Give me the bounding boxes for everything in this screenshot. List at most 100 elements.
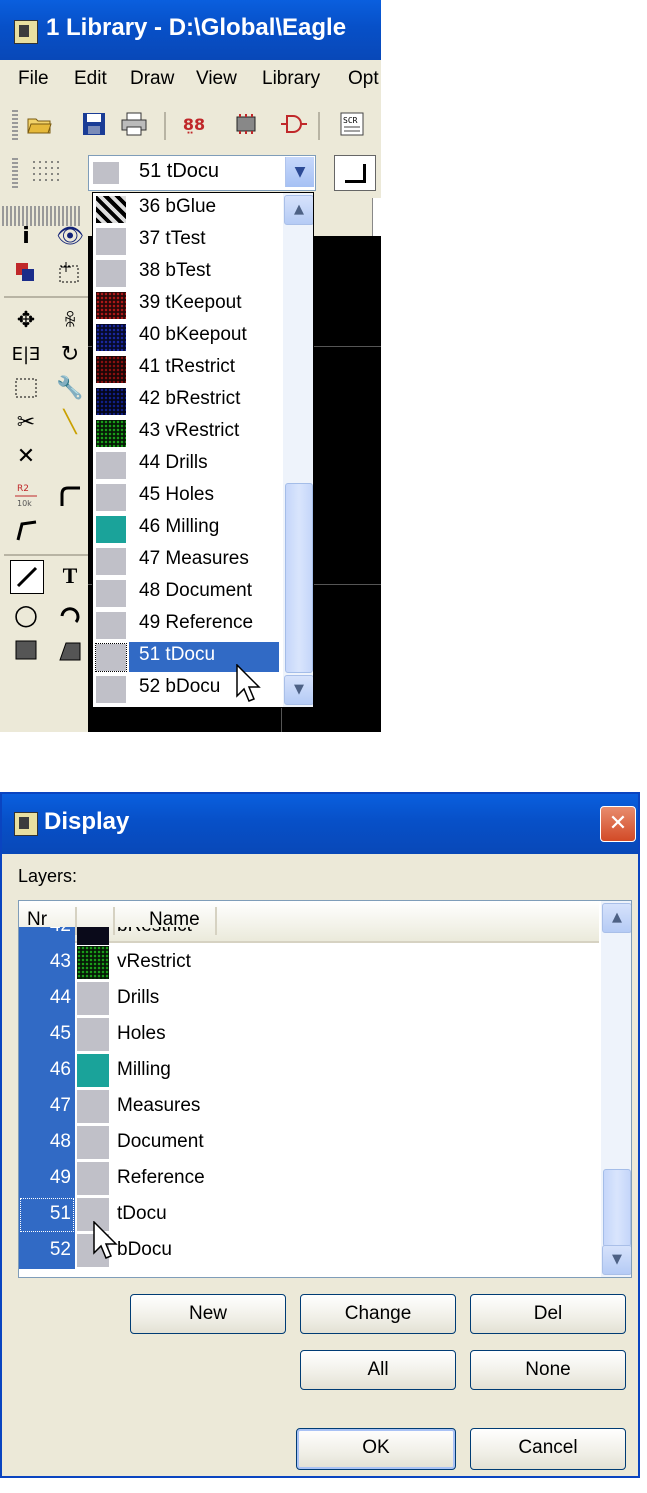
save-disk-icon[interactable] (80, 110, 108, 138)
layer-swatch (96, 516, 126, 543)
wire-tool-icon[interactable] (10, 560, 44, 594)
paste-icon[interactable]: ╲ (54, 406, 86, 438)
layer-option-47[interactable]: 47 Measures (93, 545, 283, 577)
open-folder-icon[interactable] (26, 110, 54, 138)
dropdown-scrollbar[interactable]: ▲ ▼ (283, 193, 313, 707)
layer-option-label: 52 bDocu (139, 676, 221, 697)
layer-option-label: 40 bKeepout (139, 324, 247, 345)
layer-combobox[interactable]: 51 tDocu ▼ (88, 155, 316, 191)
layer-option-46[interactable]: 46 Milling (93, 513, 283, 545)
all-button[interactable]: All (300, 1350, 456, 1390)
layer-option-45[interactable]: 45 Holes (93, 481, 283, 513)
cut-scissors-icon[interactable]: ✂ (10, 406, 42, 438)
library-titlebar[interactable]: 1 Library - D:\Global\Eagle (0, 0, 381, 60)
layer-option-49[interactable]: 49 Reference (93, 609, 283, 641)
move-icon[interactable]: ✥ (10, 304, 42, 336)
layer-option-39[interactable]: 39 tKeepout (93, 289, 283, 321)
menu-library[interactable]: Library (262, 68, 320, 90)
menu-file[interactable]: File (18, 68, 49, 90)
layer-option-44[interactable]: 44 Drills (93, 449, 283, 481)
package-icon[interactable] (232, 110, 260, 138)
layer-row-49[interactable]: 49 Reference (19, 1161, 599, 1197)
ok-button[interactable]: OK (296, 1428, 456, 1470)
layer-option-41[interactable]: 41 tRestrict (93, 353, 283, 385)
polygon-tool-icon[interactable] (54, 634, 86, 666)
scroll-down-icon[interactable]: ▼ (284, 675, 313, 705)
schematic-icon[interactable]: 8̤8 (180, 110, 208, 138)
layer-option-label: 44 Drills (139, 452, 208, 473)
group-icon[interactable] (10, 372, 42, 404)
rotate-icon[interactable]: ↻ (54, 338, 86, 370)
layer-row-45[interactable]: 45 Holes (19, 1017, 599, 1053)
cancel-button[interactable]: Cancel (470, 1428, 626, 1470)
text-tool-icon[interactable]: T (54, 560, 86, 592)
del-button[interactable]: Del (470, 1294, 626, 1334)
scroll-down-icon[interactable]: ▼ (602, 1245, 631, 1275)
miter-icon[interactable] (54, 480, 86, 512)
toolbar-grip[interactable] (12, 110, 18, 142)
layer-option-40[interactable]: 40 bKeepout (93, 321, 283, 353)
eye-show-icon[interactable]: 👁 (54, 220, 86, 252)
menu-draw[interactable]: Draw (130, 68, 174, 90)
arc-tool-icon[interactable] (54, 598, 86, 630)
layer-row-43[interactable]: 43 vRestrict (19, 945, 599, 981)
change-wrench-icon[interactable]: 🔧 (54, 372, 86, 404)
listview-scrollbar[interactable]: ▲ ▼ (601, 901, 631, 1277)
layer-row-44[interactable]: 44 Drills (19, 981, 599, 1017)
split-icon[interactable] (10, 514, 42, 546)
change-button[interactable]: Change (300, 1294, 456, 1334)
mirror-icon[interactable]: E|Ǝ (10, 338, 42, 370)
copy-icon[interactable]: ꆜ (54, 304, 86, 336)
scroll-thumb[interactable] (285, 483, 313, 673)
display-titlebar[interactable]: Display ✕ (2, 794, 638, 854)
wire-bend-button[interactable] (334, 155, 376, 191)
info-icon[interactable]: i (10, 220, 42, 252)
layers-listview[interactable]: Nr Name 42 bRestrict 43 vRestrict 44 Dri… (18, 900, 632, 1278)
scroll-up-icon[interactable]: ▲ (284, 195, 313, 225)
scroll-up-icon[interactable]: ▲ (602, 903, 631, 933)
chevron-down-icon[interactable]: ▼ (285, 157, 314, 187)
layer-row-47[interactable]: 47 Measures (19, 1089, 599, 1125)
layer-swatch (96, 548, 126, 575)
layer-name: Holes (117, 1023, 166, 1044)
delete-icon[interactable]: ✕ (10, 440, 42, 472)
mark-icon[interactable] (54, 256, 86, 288)
menu-view[interactable]: View (196, 68, 237, 90)
print-icon[interactable] (120, 110, 148, 138)
layer-nr-cell: 46 (19, 1053, 75, 1089)
circle-tool-icon[interactable]: ○ (10, 598, 42, 631)
display-layers-icon[interactable] (10, 256, 42, 288)
layer-name: Document (117, 1131, 204, 1152)
main-toolbar: 8̤8 SCR (0, 100, 381, 152)
layer-swatch (95, 643, 127, 672)
layer-option-38[interactable]: 38 bTest (93, 257, 283, 289)
script-icon[interactable]: SCR (338, 110, 366, 138)
layer-option-48[interactable]: 48 Document (93, 577, 283, 609)
layer-option-36[interactable]: 36 bGlue (93, 193, 283, 225)
toolbar-grip[interactable] (12, 158, 18, 188)
close-icon[interactable]: ✕ (600, 806, 636, 842)
rect-tool-icon[interactable] (10, 634, 42, 666)
layer-option-42[interactable]: 42 bRestrict (93, 385, 283, 417)
layer-option-43[interactable]: 43 vRestrict (93, 417, 283, 449)
layer-row-48[interactable]: 48 Document (19, 1125, 599, 1161)
layer-row-42[interactable]: 42 bRestrict (19, 927, 599, 945)
layer-nr-cell: 49 (19, 1161, 75, 1197)
scroll-thumb[interactable] (603, 1169, 631, 1247)
layer-swatch (77, 927, 109, 945)
symbol-icon[interactable] (280, 110, 308, 138)
eagle-app-icon (14, 812, 38, 836)
none-button[interactable]: None (470, 1350, 626, 1390)
name-value-icon[interactable]: R2 10k (10, 480, 42, 512)
layer-row-46[interactable]: 46 Milling (19, 1053, 599, 1089)
new-button[interactable]: New (130, 1294, 286, 1334)
library-window: 1 Library - D:\Global\Eagle File Edit Dr… (0, 0, 381, 732)
menu-edit[interactable]: Edit (74, 68, 107, 90)
grid-icon[interactable] (30, 158, 64, 188)
svg-text:SCR: SCR (343, 116, 358, 125)
layer-dropdown-list[interactable]: 36 bGlue 37 tTest 38 bTest 39 tKeepout 4… (92, 192, 314, 708)
layer-option-37[interactable]: 37 tTest (93, 225, 283, 257)
layer-swatch (96, 676, 126, 703)
mouse-pointer-icon (236, 664, 261, 702)
menu-options[interactable]: Opt (348, 68, 379, 90)
